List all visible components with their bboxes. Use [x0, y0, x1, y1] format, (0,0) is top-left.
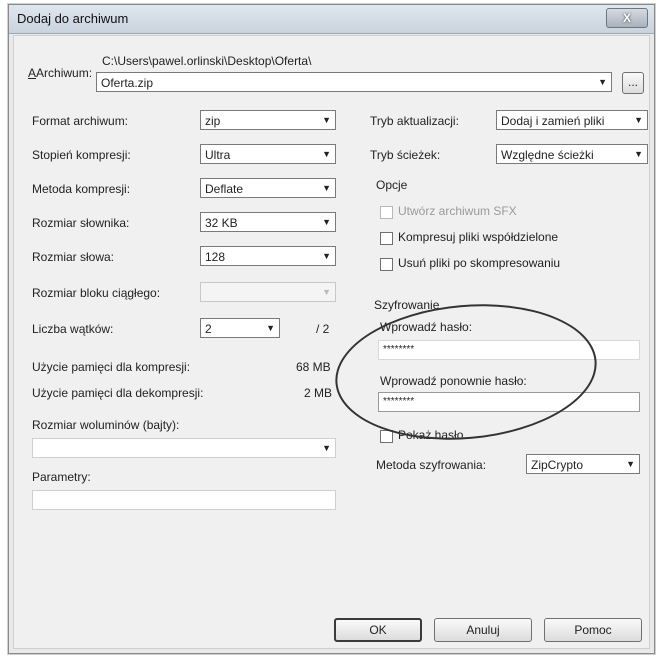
dictionary-size-label: Rozmiar słownika: — [32, 216, 130, 230]
update-mode-value: Dodaj i zamień pliki — [501, 114, 605, 128]
chevron-down-icon: ▼ — [322, 149, 331, 159]
parameters-input[interactable] — [32, 490, 336, 510]
word-size-label: Rozmiar słowa: — [32, 250, 115, 264]
memory-compress-label: Użycie pamięci dla kompresji: — [32, 360, 191, 374]
chevron-down-icon: ▼ — [322, 287, 331, 297]
encryption-group-label: Szyfrowanie — [374, 298, 440, 312]
close-button[interactable]: X — [606, 8, 648, 28]
compression-method-label: Metoda kompresji: — [32, 182, 131, 196]
shared-checkbox[interactable] — [380, 232, 393, 245]
compression-method-value: Deflate — [205, 182, 244, 196]
path-mode-combo[interactable]: Względne ścieżki ▼ — [496, 144, 648, 164]
shared-label: Kompresuj pliki współdzielone — [398, 230, 559, 244]
update-mode-combo[interactable]: Dodaj i zamień pliki ▼ — [496, 110, 648, 130]
parameters-label: Parametry: — [32, 470, 91, 484]
title-bar[interactable]: Dodaj do archiwum X — [9, 5, 654, 34]
dictionary-size-combo[interactable]: 32 KB ▼ — [200, 212, 336, 232]
chevron-down-icon: ▼ — [322, 217, 331, 227]
password-value: ******** — [383, 344, 415, 355]
repeat-password-input[interactable]: ******** — [378, 392, 640, 412]
dictionary-size-value: 32 KB — [205, 216, 238, 230]
compression-level-value: Ultra — [205, 148, 231, 162]
chevron-down-icon: ▼ — [322, 443, 331, 453]
memory-decompress-value: 2 MB — [304, 386, 333, 400]
dialog-window: Dodaj do archiwum X AArchiwum: C:\Users\… — [8, 4, 655, 654]
word-size-value: 128 — [205, 250, 226, 264]
threads-label: Liczba wątków: — [32, 322, 114, 336]
dialog-body: AArchiwum: C:\Users\pawel.orlinski\Deskt… — [13, 35, 650, 649]
threads-combo[interactable]: 2 ▼ — [200, 318, 280, 338]
update-mode-label: Tryb aktualizacji: — [370, 114, 459, 128]
repeat-password-value: ******** — [383, 396, 415, 407]
password-input[interactable]: ******** — [378, 340, 640, 360]
window-title: Dodaj do archiwum — [17, 11, 129, 26]
show-password-label: Pokaż hasło — [398, 428, 464, 442]
archive-label: AArchiwum: — [28, 66, 93, 80]
word-size-combo[interactable]: 128 ▼ — [200, 246, 336, 266]
chevron-down-icon: ▼ — [322, 115, 331, 125]
chevron-down-icon: ▼ — [626, 459, 635, 469]
chevron-down-icon: ▼ — [322, 183, 331, 193]
options-group-label: Opcje — [376, 178, 408, 192]
volume-size-label: Rozmiar woluminów (bajty): — [32, 418, 180, 432]
chevron-down-icon: ▼ — [322, 251, 331, 261]
password-label: Wprowadź hasło: — [380, 320, 473, 334]
volume-size-combo[interactable]: ▼ — [32, 438, 336, 458]
compression-method-combo[interactable]: Deflate ▼ — [200, 178, 336, 198]
path-mode-value: Względne ścieżki — [501, 148, 594, 162]
ok-button[interactable]: OK — [334, 618, 422, 642]
format-value: zip — [205, 114, 221, 128]
solid-block-combo[interactable]: ▼ — [200, 282, 336, 302]
encryption-method-combo[interactable]: ZipCrypto ▼ — [526, 454, 640, 474]
threads-max: / 2 — [316, 322, 330, 336]
repeat-password-label: Wprowadź ponownie hasło: — [380, 374, 527, 388]
archive-filename-combo[interactable]: Oferta.zip ▼ — [96, 72, 612, 92]
format-label: Format archiwum: — [32, 114, 129, 128]
format-combo[interactable]: zip ▼ — [200, 110, 336, 130]
cancel-button[interactable]: Anuluj — [434, 618, 532, 642]
archive-filename-value: Oferta.zip — [101, 76, 154, 90]
browse-button[interactable]: ... — [622, 72, 644, 94]
compression-level-combo[interactable]: Ultra ▼ — [200, 144, 336, 164]
encryption-method-label: Metoda szyfrowania: — [376, 458, 487, 472]
chevron-down-icon: ▼ — [598, 77, 607, 87]
chevron-down-icon: ▼ — [266, 323, 275, 333]
chevron-down-icon: ▼ — [634, 149, 643, 159]
compression-level-label: Stopień kompresji: — [32, 148, 131, 162]
sfx-checkbox[interactable] — [380, 206, 393, 219]
path-mode-label: Tryb ścieżek: — [370, 148, 441, 162]
show-password-checkbox[interactable] — [380, 430, 393, 443]
archive-path: C:\Users\pawel.orlinski\Desktop\Oferta\ — [102, 54, 312, 68]
encryption-method-value: ZipCrypto — [531, 458, 584, 472]
archive-label-text: Archiwum: — [36, 66, 93, 80]
chevron-down-icon: ▼ — [634, 115, 643, 125]
memory-decompress-label: Użycie pamięci dla dekompresji: — [32, 386, 204, 400]
threads-value: 2 — [205, 322, 212, 336]
memory-compress-value: 68 MB — [296, 360, 331, 374]
delete-after-label: Usuń pliki po skompresowaniu — [398, 256, 561, 270]
solid-block-label: Rozmiar bloku ciągłego: — [32, 286, 161, 300]
help-button[interactable]: Pomoc — [544, 618, 642, 642]
sfx-label: Utwórz archiwum SFX — [398, 204, 517, 218]
delete-after-checkbox[interactable] — [380, 258, 393, 271]
